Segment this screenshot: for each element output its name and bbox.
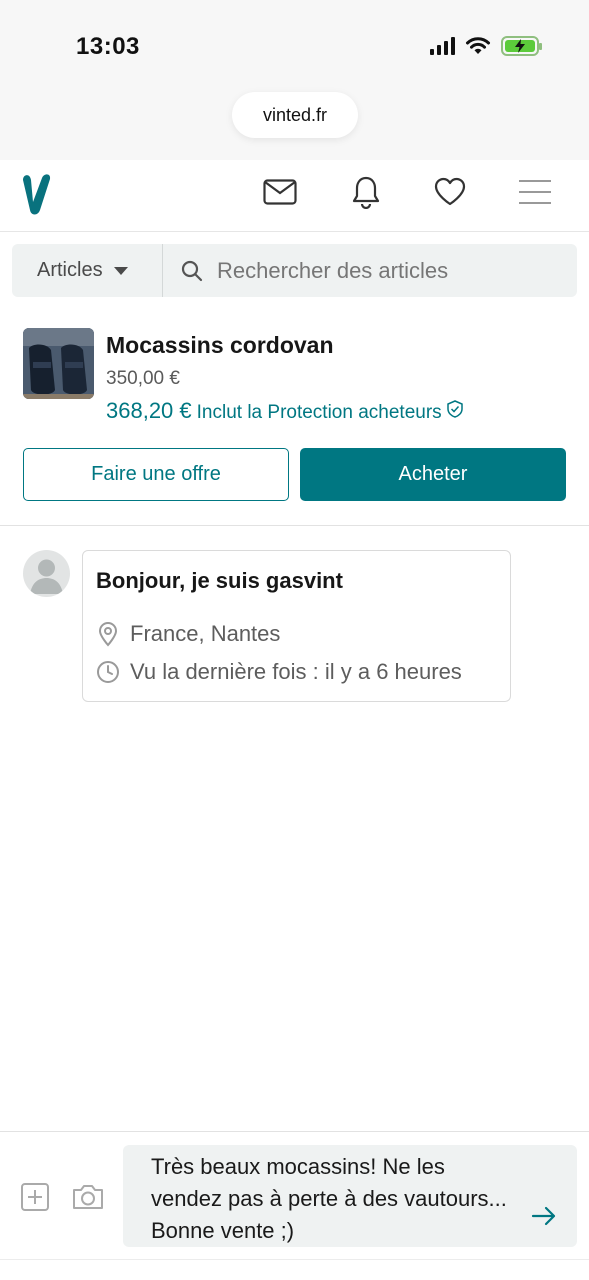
last-seen-row: Vu la dernière fois : il y a 6 heures: [96, 659, 462, 685]
make-offer-button[interactable]: Faire une offre: [23, 448, 289, 501]
seller-greeting: Bonjour, je suis gasvint: [96, 568, 343, 593]
message-composer: Très beaux mocassins! Ne les vendez pas …: [0, 1131, 589, 1280]
buyer-protection-label: Inclut la Protection acheteurs: [196, 402, 442, 423]
seller-location: France, Nantes: [130, 621, 281, 646]
camera-icon[interactable]: [70, 1179, 106, 1215]
status-bar: 13:03: [0, 0, 589, 90]
divider: [0, 525, 589, 526]
message-input[interactable]: Très beaux mocassins! Ne les vendez pas …: [123, 1145, 577, 1247]
bell-icon[interactable]: [346, 172, 386, 212]
item-summary[interactable]: Mocassins cordovan 350,00 € 368,20 € Inc…: [23, 328, 568, 428]
buy-button[interactable]: Acheter: [300, 448, 566, 501]
vinted-logo[interactable]: [18, 170, 58, 220]
status-icons: [430, 36, 542, 56]
send-arrow-icon[interactable]: [529, 1201, 559, 1231]
category-dropdown[interactable]: Articles: [12, 244, 163, 297]
wifi-icon: [466, 37, 490, 54]
search-field: [163, 257, 577, 284]
item-thumbnail[interactable]: [23, 328, 94, 399]
menu-icon[interactable]: [515, 172, 555, 212]
browser-url-area: vinted.fr: [0, 90, 589, 170]
add-attachment-icon[interactable]: [17, 1179, 53, 1215]
caret-down-icon: [113, 266, 128, 275]
shield-icon: [446, 400, 463, 418]
heart-icon[interactable]: [430, 172, 470, 212]
search-bar: Articles: [12, 244, 577, 297]
signal-icon: [430, 37, 455, 55]
search-input[interactable]: [217, 257, 577, 284]
location-pin-icon: [98, 622, 118, 647]
mail-icon[interactable]: [260, 172, 300, 212]
bottom-divider: [0, 1259, 589, 1260]
site-header: [0, 160, 589, 232]
url-bar[interactable]: vinted.fr: [232, 92, 358, 138]
message-text: Très beaux mocassins! Ne les vendez pas …: [151, 1154, 507, 1243]
avatar[interactable]: [23, 550, 70, 597]
search-icon: [181, 260, 203, 281]
item-price: 350,00 €: [106, 368, 180, 389]
seller-intro-card: Bonjour, je suis gasvint France, Nantes …: [82, 550, 511, 702]
battery-icon: [501, 36, 542, 56]
status-time: 13:03: [76, 33, 140, 60]
location-row: France, Nantes: [96, 621, 280, 647]
category-label: Articles: [37, 259, 103, 281]
clock-icon: [97, 661, 119, 683]
item-total-row: 368,20 € Inclut la Protection acheteurs: [106, 398, 463, 424]
item-title: Mocassins cordovan: [106, 332, 334, 358]
item-total-price: 368,20 €: [106, 398, 192, 423]
seller-last-seen: Vu la dernière fois : il y a 6 heures: [130, 659, 462, 684]
